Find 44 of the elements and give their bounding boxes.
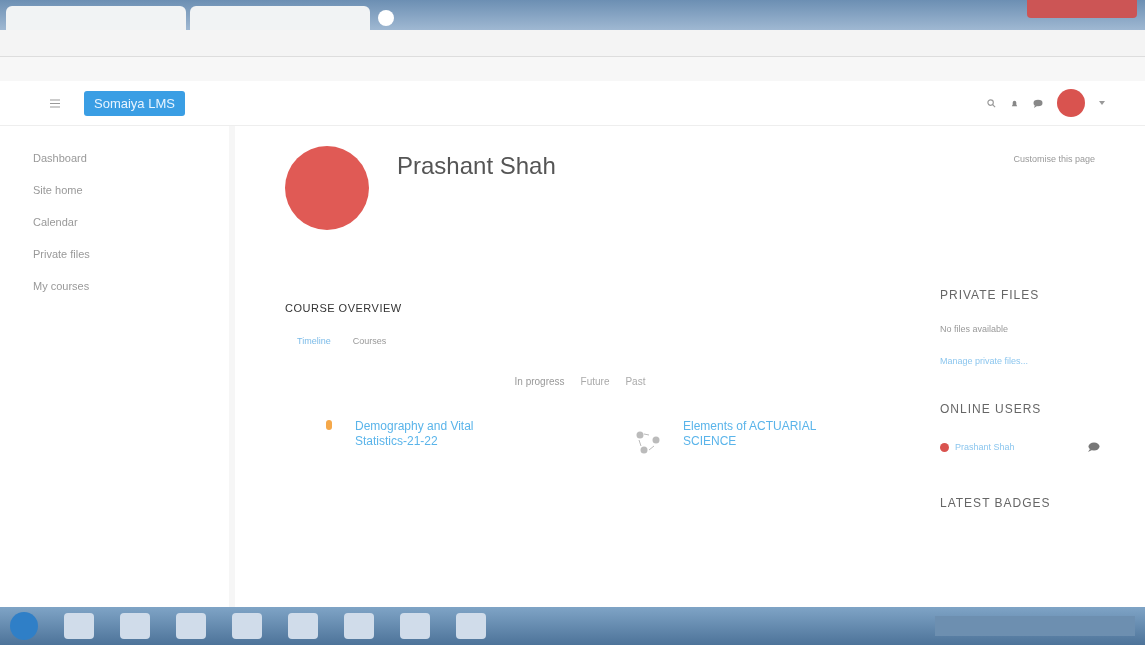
- start-button[interactable]: [10, 612, 38, 640]
- course-tab[interactable]: Courses: [352, 336, 387, 346]
- user-avatar: [940, 442, 949, 452]
- customise-page-button[interactable]: Customise this page: [1013, 154, 1095, 164]
- taskbar-app-icon[interactable]: [64, 613, 94, 639]
- profile-name: Prashant Shah: [397, 152, 556, 181]
- sidebar-item[interactable]: Dashboard: [33, 152, 229, 164]
- search-icon[interactable]: [987, 98, 996, 108]
- taskbar-app-icon[interactable]: [120, 613, 150, 639]
- taskbar-app-icon[interactable]: [344, 613, 374, 639]
- user-link[interactable]: Prashant Shah: [955, 442, 1015, 452]
- filter-tab[interactable]: Future: [580, 376, 610, 387]
- bell-icon[interactable]: [1010, 98, 1019, 108]
- browser-tab[interactable]: [6, 6, 186, 30]
- chat-icon[interactable]: [1088, 442, 1100, 452]
- course-link[interactable]: Demography and Vital Statistics-21-22: [355, 419, 515, 449]
- browser-tab[interactable]: [190, 6, 370, 30]
- manage-files-link[interactable]: Manage private files...: [940, 356, 1029, 366]
- sidebar-item[interactable]: My courses: [33, 280, 229, 292]
- empty-message: No files available: [940, 324, 1009, 334]
- filter-tab[interactable]: In progress: [514, 376, 565, 387]
- chat-icon[interactable]: [1033, 98, 1043, 108]
- sidebar-item[interactable]: Private files: [33, 248, 229, 260]
- user-avatar[interactable]: [1057, 89, 1085, 117]
- block-title: PRIVATE FILES: [940, 288, 1040, 302]
- section-title: COURSE OVERVIEW: [285, 302, 403, 314]
- course-tab[interactable]: Timeline: [297, 336, 331, 346]
- taskbar-app-icon[interactable]: [176, 613, 206, 639]
- block-title: LATEST BADGES: [940, 496, 1051, 510]
- taskbar-app-icon[interactable]: [232, 613, 262, 639]
- sidebar-item[interactable]: Site home: [33, 184, 229, 196]
- taskbar-app-icon[interactable]: [400, 613, 430, 639]
- address-bar[interactable]: [0, 30, 1145, 57]
- taskbar-app-icon[interactable]: [456, 613, 486, 639]
- caret-icon[interactable]: [1099, 101, 1105, 105]
- menu-icon[interactable]: [50, 98, 60, 108]
- course-link[interactable]: Elements of ACTUARIAL SCIENCE: [683, 419, 843, 449]
- taskbar-app-icon[interactable]: [288, 613, 318, 639]
- molecule-icon: [635, 429, 661, 455]
- block-title: ONLINE USERS: [940, 402, 1042, 416]
- new-tab-icon[interactable]: [378, 10, 394, 26]
- filter-tab[interactable]: Past: [625, 376, 646, 387]
- brand-button[interactable]: Somaiya LMS: [84, 90, 185, 116]
- sidebar-item[interactable]: Calendar: [33, 216, 229, 228]
